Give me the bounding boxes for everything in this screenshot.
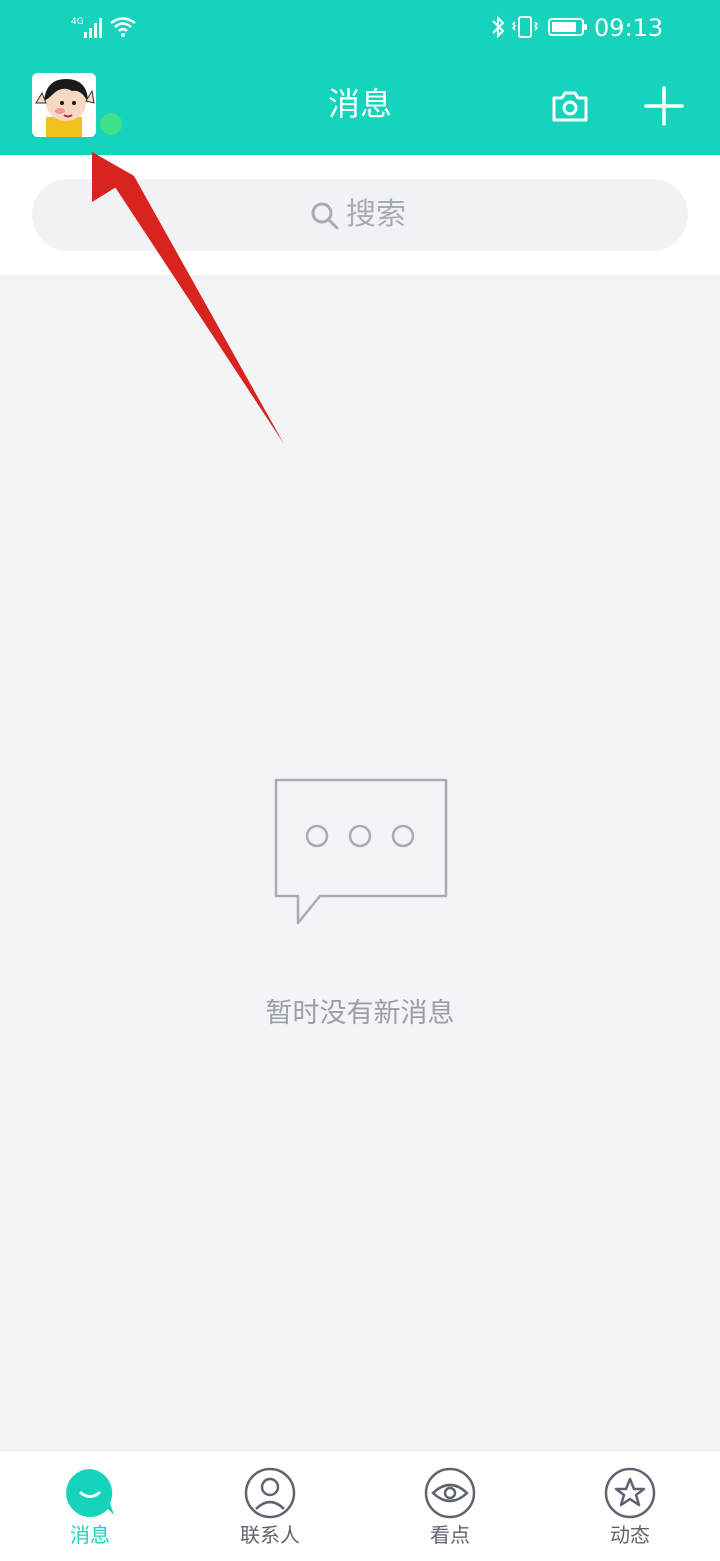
eye-icon [424, 1467, 476, 1519]
chat-bubble-icon [274, 778, 448, 925]
bottom-navigation: 消息 联系人 看点 动态 [0, 1450, 720, 1561]
empty-state-text: 暂时没有新消息 [265, 998, 455, 1029]
status-bar: 4G 09:13 [0, 0, 720, 55]
search-area: 搜索 [0, 155, 720, 275]
nav-label-feed: 动态 [610, 1523, 650, 1547]
nav-item-contacts[interactable]: 联系人 [180, 1451, 360, 1561]
nav-item-feed[interactable]: 动态 [540, 1451, 720, 1561]
search-icon [311, 202, 339, 230]
plus-icon[interactable] [644, 86, 684, 126]
user-avatar[interactable] [32, 73, 96, 137]
nav-label-discover: 看点 [430, 1523, 470, 1547]
message-icon [66, 1469, 114, 1517]
contacts-icon [244, 1467, 296, 1519]
nav-label-contacts: 联系人 [240, 1523, 300, 1547]
vibrate-icon [511, 16, 539, 38]
wifi-icon [110, 17, 136, 37]
signal-icon: 4G [71, 17, 102, 38]
camera-icon[interactable] [550, 86, 590, 126]
app-header: 4G 09:13 消息 [0, 0, 720, 155]
battery-icon [548, 18, 587, 36]
bluetooth-icon [492, 15, 505, 39]
network-type-label: 4G [71, 17, 84, 27]
nav-label-messages: 消息 [70, 1523, 110, 1547]
page-title: 消息 [327, 85, 392, 123]
avatar-cartoon-icon [32, 73, 96, 137]
star-icon [604, 1467, 656, 1519]
search-placeholder: 搜索 [346, 197, 406, 232]
online-status-indicator [100, 113, 122, 135]
nav-item-messages[interactable]: 消息 [0, 1451, 180, 1561]
search-input[interactable]: 搜索 [32, 179, 688, 251]
nav-item-discover[interactable]: 看点 [360, 1451, 540, 1561]
status-time: 09:13 [594, 14, 664, 42]
